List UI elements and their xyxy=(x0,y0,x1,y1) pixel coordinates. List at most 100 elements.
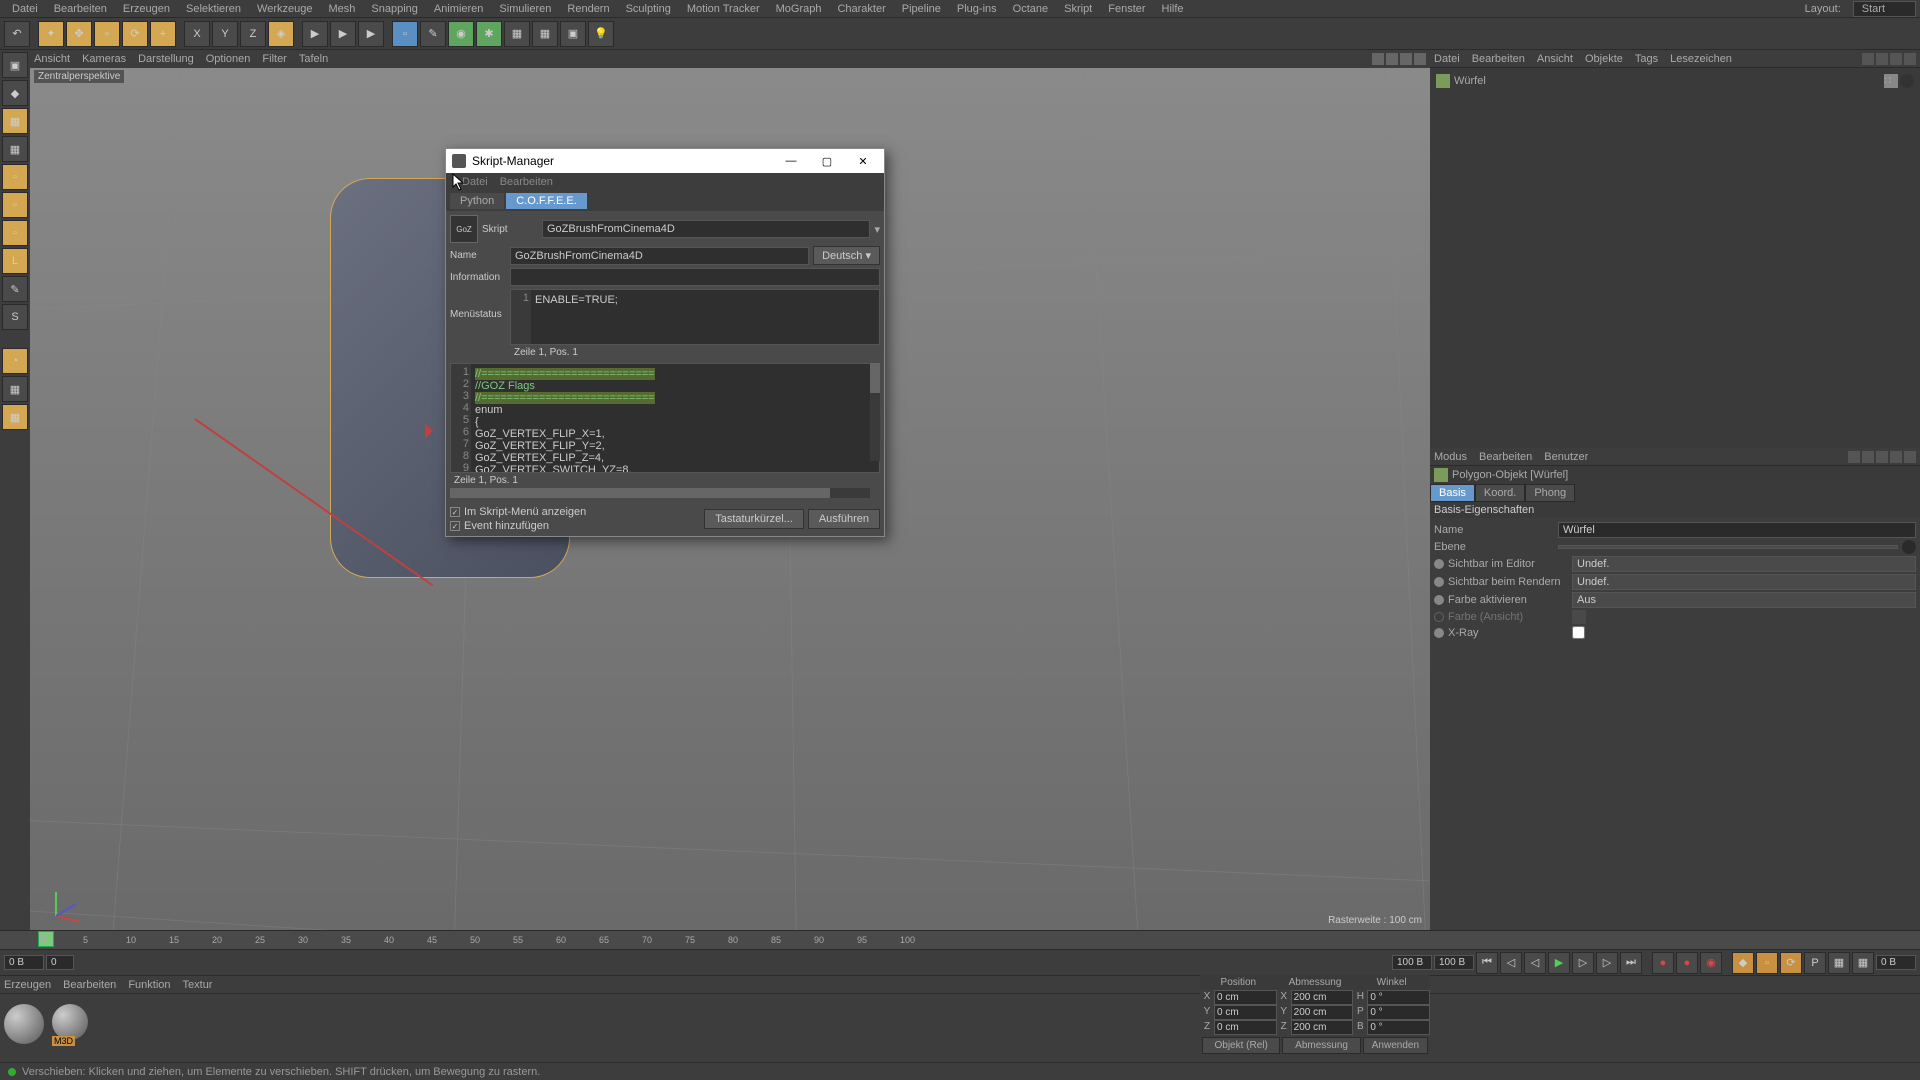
coord-z-pos[interactable] xyxy=(1214,1020,1277,1035)
menu-mesh[interactable]: Mesh xyxy=(320,1,363,17)
menu-snapping[interactable]: Snapping xyxy=(363,1,426,17)
attr-menu-bearbeiten[interactable]: Bearbeiten xyxy=(1479,451,1532,463)
recent-tool-icon[interactable]: + xyxy=(150,21,176,47)
snap-icon[interactable]: S xyxy=(2,304,28,330)
select-tool-icon[interactable]: ✦ xyxy=(38,21,64,47)
coord-x-dim[interactable] xyxy=(1291,990,1354,1005)
attr-fwd-icon[interactable] xyxy=(1862,451,1874,463)
menu-erzeugen[interactable]: Erzeugen xyxy=(115,1,178,17)
obj-menu-objekte[interactable]: Objekte xyxy=(1585,53,1623,65)
tc-next-frame-icon[interactable]: ▷ xyxy=(1572,952,1594,974)
menu-motiontracker[interactable]: Motion Tracker xyxy=(679,1,768,17)
texture-mode-icon[interactable]: ▦ xyxy=(2,108,28,134)
phong-tag-icon[interactable] xyxy=(1900,74,1914,88)
coord-mode2-dropdown[interactable]: Abmessung xyxy=(1282,1037,1360,1054)
model-mode-icon[interactable]: ◆ xyxy=(2,80,28,106)
object-item[interactable]: Würfel ∷ xyxy=(1434,72,1916,90)
menu-animieren[interactable]: Animieren xyxy=(426,1,492,17)
cube-primitive-icon[interactable]: ▫ xyxy=(392,21,418,47)
timeline-rangeend-input[interactable] xyxy=(1392,955,1432,970)
vp-menu-filter[interactable]: Filter xyxy=(262,53,286,65)
obj-menu-datei[interactable]: Datei xyxy=(1434,53,1460,65)
make-editable-icon[interactable]: ▣ xyxy=(2,52,28,78)
check-add-event[interactable]: ✓Event hinzufügen xyxy=(450,520,700,532)
obj-menu-bearbeiten[interactable]: Bearbeiten xyxy=(1472,53,1525,65)
vp-menu-ansicht[interactable]: Ansicht xyxy=(34,53,70,65)
coord-apply-button[interactable]: Anwenden xyxy=(1363,1037,1428,1054)
vp-zoom-icon[interactable] xyxy=(1400,53,1412,65)
y-axis-icon[interactable]: Y xyxy=(212,21,238,47)
locked-workplane-icon[interactable]: ▦ xyxy=(2,376,28,402)
coord-mode1-dropdown[interactable]: Objekt (Rel) xyxy=(1202,1037,1280,1054)
vp-menu-kameras[interactable]: Kameras xyxy=(82,53,126,65)
attr-menu-modus[interactable]: Modus xyxy=(1434,451,1467,463)
mat-menu-erzeugen[interactable]: Erzeugen xyxy=(4,979,51,991)
coord-z-dim[interactable] xyxy=(1291,1020,1354,1035)
coord-b-ang[interactable] xyxy=(1367,1020,1430,1035)
array-icon[interactable]: ✱ xyxy=(476,21,502,47)
script-goz-icon[interactable]: GoZ xyxy=(450,215,478,243)
menu-bearbeiten[interactable]: Bearbeiten xyxy=(46,1,115,17)
coord-system-icon[interactable]: ◈ xyxy=(268,21,294,47)
tc-opt5-icon[interactable]: ▦ xyxy=(1828,952,1850,974)
obj-search-icon[interactable] xyxy=(1862,53,1874,65)
attr-back-icon[interactable] xyxy=(1848,451,1860,463)
obj-filter-icon[interactable] xyxy=(1876,53,1888,65)
obj-menu-lesezeichen[interactable]: Lesezeichen xyxy=(1670,53,1732,65)
tc-record-icon[interactable]: ● xyxy=(1652,952,1674,974)
obj-eye-icon[interactable] xyxy=(1904,53,1916,65)
menu-pipeline[interactable]: Pipeline xyxy=(894,1,949,17)
tc-prev-frame-icon[interactable]: ◁ xyxy=(1524,952,1546,974)
menu-charakter[interactable]: Charakter xyxy=(829,1,893,17)
z-axis-icon[interactable]: Z xyxy=(240,21,266,47)
visibility-tag-icon[interactable]: ∷ xyxy=(1884,74,1898,88)
attr-xray-checkbox[interactable] xyxy=(1572,626,1585,639)
execute-button[interactable]: Ausführen xyxy=(808,509,880,529)
vp-pan-icon[interactable] xyxy=(1386,53,1398,65)
radio-icon[interactable] xyxy=(1434,628,1444,638)
coord-h-ang[interactable] xyxy=(1367,990,1430,1005)
info-input[interactable] xyxy=(510,268,880,286)
radio-icon[interactable] xyxy=(1434,595,1444,605)
menu-simulieren[interactable]: Simulieren xyxy=(491,1,559,17)
edge-mode-icon[interactable]: ▫ xyxy=(2,192,28,218)
camera-icon[interactable]: ▣ xyxy=(560,21,586,47)
workplane-icon[interactable]: ▦ xyxy=(2,136,28,162)
tc-goto-end-icon[interactable]: ⏭ xyxy=(1620,952,1642,974)
attr-farbeakt-dropdown[interactable]: Aus xyxy=(1572,592,1916,608)
axis-mode-icon[interactable]: L xyxy=(2,248,28,274)
tab-basis[interactable]: Basis xyxy=(1430,484,1475,502)
menu-hilfe[interactable]: Hilfe xyxy=(1154,1,1192,17)
maximize-button[interactable]: ▢ xyxy=(812,151,842,171)
attr-home-icon[interactable] xyxy=(1904,451,1916,463)
dialog-menu-datei[interactable]: Datei xyxy=(462,176,488,188)
tc-opt2-icon[interactable]: ▫ xyxy=(1756,952,1778,974)
render-settings-icon[interactable]: ▶ xyxy=(358,21,384,47)
check-show-in-menu[interactable]: ✓Im Skript-Menü anzeigen xyxy=(450,506,700,518)
minimize-button[interactable]: — xyxy=(776,151,806,171)
coord-y-dim[interactable] xyxy=(1291,1005,1354,1020)
menu-skript[interactable]: Skript xyxy=(1056,1,1100,17)
scrollbar-vertical[interactable] xyxy=(870,363,880,461)
obj-home-icon[interactable] xyxy=(1890,53,1902,65)
vp-menu-tafeln[interactable]: Tafeln xyxy=(299,53,328,65)
layer-color-icon[interactable] xyxy=(1902,540,1916,554)
menu-selektieren[interactable]: Selektieren xyxy=(178,1,249,17)
timeline-cur-input[interactable] xyxy=(46,955,74,970)
shortcut-button[interactable]: Tastaturkürzel... xyxy=(704,509,804,529)
radio-icon[interactable] xyxy=(1434,577,1444,587)
dialog-menu-bearbeiten[interactable]: Bearbeiten xyxy=(500,176,553,188)
close-button[interactable]: ✕ xyxy=(848,151,878,171)
timeline-rangetotal-input[interactable] xyxy=(1434,955,1474,970)
timeline-ruler[interactable]: 0 05101520253035404550556065707580859095… xyxy=(0,930,1920,950)
attr-name-input[interactable] xyxy=(1558,522,1916,538)
timeline-end-input[interactable] xyxy=(1876,955,1916,970)
tc-next-key-icon[interactable]: ▷ xyxy=(1596,952,1618,974)
attr-menu-benutzer[interactable]: Benutzer xyxy=(1544,451,1588,463)
main-code-editor[interactable]: 12345678910 //==========================… xyxy=(450,363,880,473)
polygon-mode-icon[interactable]: ▫ xyxy=(2,220,28,246)
dialog-titlebar[interactable]: Skript-Manager — ▢ ✕ xyxy=(446,149,884,173)
tab-coffee[interactable]: C.O.F.F.E.E. xyxy=(506,193,587,209)
menu-octane[interactable]: Octane xyxy=(1005,1,1056,17)
tab-phong[interactable]: Phong xyxy=(1525,484,1575,502)
